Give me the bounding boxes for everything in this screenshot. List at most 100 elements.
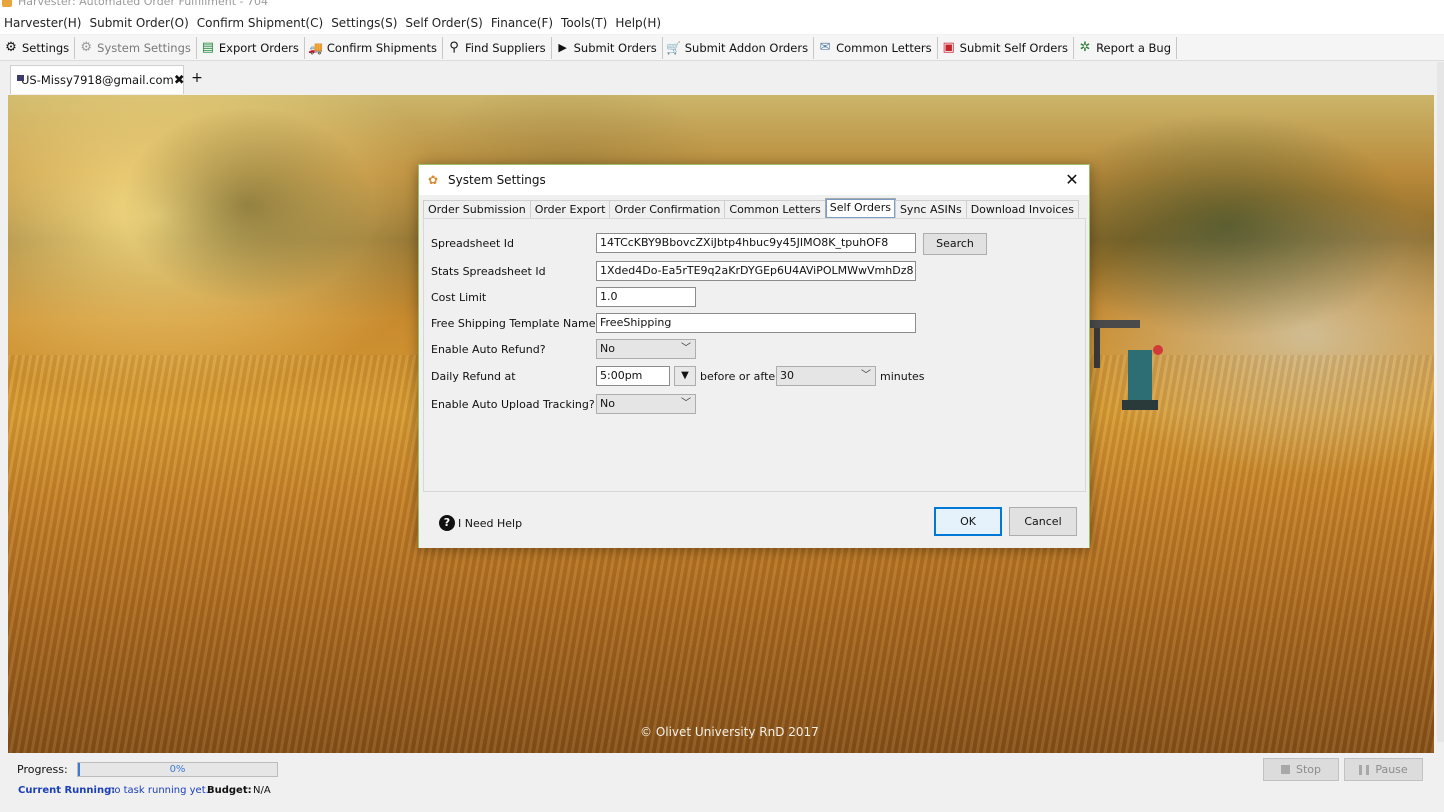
budget-value: N/A xyxy=(253,785,271,796)
spreadsheet-id-label: Spreadsheet Id xyxy=(431,237,515,250)
before-or-after-text: before or after xyxy=(700,370,780,383)
app-icon xyxy=(2,0,12,7)
help-link[interactable]: ? I Need Help xyxy=(439,515,522,531)
question-icon: ? xyxy=(439,515,455,531)
envelope-icon: ✉ xyxy=(819,40,831,55)
toolbar-system-settings-label: System Settings xyxy=(97,40,191,55)
toolbar-find-suppliers-button[interactable]: ⚲ Find Suppliers xyxy=(443,36,552,59)
background-harvester xyxy=(1090,320,1163,410)
menu-submit-order[interactable]: Submit Order(O) xyxy=(85,16,192,30)
cost-limit-input[interactable]: 1.0 xyxy=(596,287,696,307)
new-tab-button[interactable]: + xyxy=(188,70,206,90)
toolbar-export-orders-label: Export Orders xyxy=(218,40,299,55)
search-icon: ⚲ xyxy=(449,40,459,55)
menu-finance[interactable]: Finance(F) xyxy=(487,16,557,30)
menu-bar: Harvester(H) Submit Order(O) Confirm Shi… xyxy=(0,12,1444,34)
ok-button[interactable]: OK xyxy=(934,507,1002,536)
time-dropdown-button[interactable]: ▼ xyxy=(674,366,696,386)
dialog-tab-bar: Order Submission Order Export Order Conf… xyxy=(423,198,1079,218)
stop-label: Stop xyxy=(1295,763,1321,776)
menu-help[interactable]: Help(H) xyxy=(611,16,665,30)
status-bar: Progress: 0% Current Running: no task ru… xyxy=(0,754,1444,812)
spreadsheet-search-button[interactable]: Search xyxy=(923,233,987,255)
tab-common-letters[interactable]: Common Letters xyxy=(724,200,826,218)
help-label: I Need Help xyxy=(458,516,523,530)
menu-confirm-shipment[interactable]: Confirm Shipment(C) xyxy=(193,16,327,30)
account-tab-label: US-Missy7918@gmail.com xyxy=(21,73,174,87)
truck-icon: 🚚 xyxy=(308,40,324,55)
system-settings-dialog: ✿ System Settings ✕ Order Submission Ord… xyxy=(418,164,1090,548)
toolbar-confirm-shipments-button[interactable]: 🚚 Confirm Shipments xyxy=(305,36,444,59)
tab-self-orders[interactable]: Self Orders xyxy=(824,198,896,218)
tab-order-submission[interactable]: Order Submission xyxy=(423,200,531,218)
toolbar-submit-self-orders-button[interactable]: ▣ Submit Self Orders xyxy=(938,36,1075,59)
gear-icon: ⚙ xyxy=(5,40,17,55)
menu-settings[interactable]: Settings(S) xyxy=(327,16,401,30)
toolbar-report-bug-button[interactable]: ✲ Report a Bug xyxy=(1074,36,1178,59)
toolbar-confirm-shipments-label: Confirm Shipments xyxy=(326,40,438,55)
refund-offset-select[interactable]: 30 ﹀ xyxy=(776,366,876,386)
progress-label: Progress: xyxy=(17,763,68,776)
progress-bar: 0% xyxy=(77,762,278,777)
enable-auto-refund-value: No xyxy=(600,342,615,355)
menu-self-order[interactable]: Self Order(S) xyxy=(401,16,486,30)
toolbar-submit-orders-label: Submit Orders xyxy=(573,40,657,55)
free-shipping-template-input[interactable]: FreeShipping xyxy=(596,313,916,333)
wheat-icon: ✿ xyxy=(428,173,439,187)
toolbar-system-settings-button[interactable]: ⚙ System Settings xyxy=(75,36,197,59)
toolbar-submit-addon-orders-label: Submit Addon Orders xyxy=(684,40,809,55)
gears-icon: ⚙ xyxy=(80,40,92,55)
cart-icon: 🛒 xyxy=(666,40,682,55)
dialog-titlebar: ✿ System Settings ✕ xyxy=(419,165,1089,195)
account-tab-strip: US-Missy7918@gmail.com ✖ + xyxy=(0,62,1444,94)
tab-sync-asins[interactable]: Sync ASINs xyxy=(894,200,967,218)
current-running-value: no task running yet. xyxy=(108,785,209,796)
tab-order-confirmation[interactable]: Order Confirmation xyxy=(609,200,726,218)
toolbar-common-letters-label: Common Letters xyxy=(836,40,932,55)
stats-spreadsheet-id-label: Stats Spreadsheet Id xyxy=(431,265,546,278)
stats-spreadsheet-id-input[interactable]: 1Xded4Do-Ea5rTE9q2aKrDYGEp6U4AViPOLMWwVm… xyxy=(596,261,916,281)
daily-refund-time-input[interactable]: 5:00pm xyxy=(596,366,670,386)
menu-tools[interactable]: Tools(T) xyxy=(557,16,611,30)
tab-order-export[interactable]: Order Export xyxy=(529,200,611,218)
chevron-down-icon: ﹀ xyxy=(861,370,871,381)
dialog-title: System Settings xyxy=(448,173,546,187)
enable-auto-upload-tracking-value: No xyxy=(600,397,615,410)
enable-auto-upload-tracking-label: Enable Auto Upload Tracking? xyxy=(431,398,595,411)
current-running-label: Current Running: xyxy=(18,785,116,796)
dialog-close-button[interactable]: ✕ xyxy=(1063,171,1081,189)
budget-label: Budget: xyxy=(207,785,252,796)
toolbar-find-suppliers-label: Find Suppliers xyxy=(465,40,546,55)
toolbar-settings-label: Settings xyxy=(22,40,70,55)
minutes-unit-text: minutes xyxy=(880,370,925,383)
pause-button[interactable]: Pause xyxy=(1344,758,1423,781)
enable-auto-refund-select[interactable]: No ﹀ xyxy=(596,339,696,359)
pause-icon xyxy=(1359,764,1370,775)
toolbar-export-orders-button[interactable]: ▤ Export Orders xyxy=(197,36,305,59)
enable-auto-refund-label: Enable Auto Refund? xyxy=(431,343,546,356)
refund-offset-value: 30 xyxy=(780,369,794,382)
copyright-text: © Olivet University RnD 2017 xyxy=(640,725,819,739)
dialog-footer: ? I Need Help OK Cancel xyxy=(419,493,1089,548)
stop-icon xyxy=(1280,765,1290,774)
toolbar-report-bug-label: Report a Bug xyxy=(1096,40,1172,55)
cancel-button[interactable]: Cancel xyxy=(1009,507,1077,536)
account-tab[interactable]: US-Missy7918@gmail.com ✖ xyxy=(10,65,185,94)
toolbar: ⚙ Settings ⚙ System Settings ▤ Export Or… xyxy=(0,35,1444,61)
toolbar-submit-orders-button[interactable]: ▶ Submit Orders xyxy=(552,36,663,59)
window-edge-scrollbar xyxy=(1437,62,1444,742)
document-icon: ▣ xyxy=(942,40,955,55)
toolbar-settings-button[interactable]: ⚙ Settings xyxy=(0,36,76,59)
menu-harvester[interactable]: Harvester(H) xyxy=(0,16,85,30)
chevron-down-icon: ﹀ xyxy=(681,343,691,354)
stop-button[interactable]: Stop xyxy=(1263,758,1339,781)
cost-limit-label: Cost Limit xyxy=(431,291,487,304)
toolbar-common-letters-button[interactable]: ✉ Common Letters xyxy=(814,36,938,59)
enable-auto-upload-tracking-select[interactable]: No ﹀ xyxy=(596,394,696,414)
toolbar-submit-addon-orders-button[interactable]: 🛒 Submit Addon Orders xyxy=(663,36,815,59)
self-orders-panel: Spreadsheet Id 14TCcKBY9BbovcZXiJbtp4hbu… xyxy=(423,218,1086,492)
spreadsheet-id-input[interactable]: 14TCcKBY9BbovcZXiJbtp4hbuc9y45JIMO8K_tpu… xyxy=(596,233,916,253)
tab-download-invoices[interactable]: Download Invoices xyxy=(965,200,1079,218)
window-title: Harvester: Automated Order Fulfillment -… xyxy=(18,0,268,8)
close-tab-icon[interactable]: ✖ xyxy=(174,73,185,88)
